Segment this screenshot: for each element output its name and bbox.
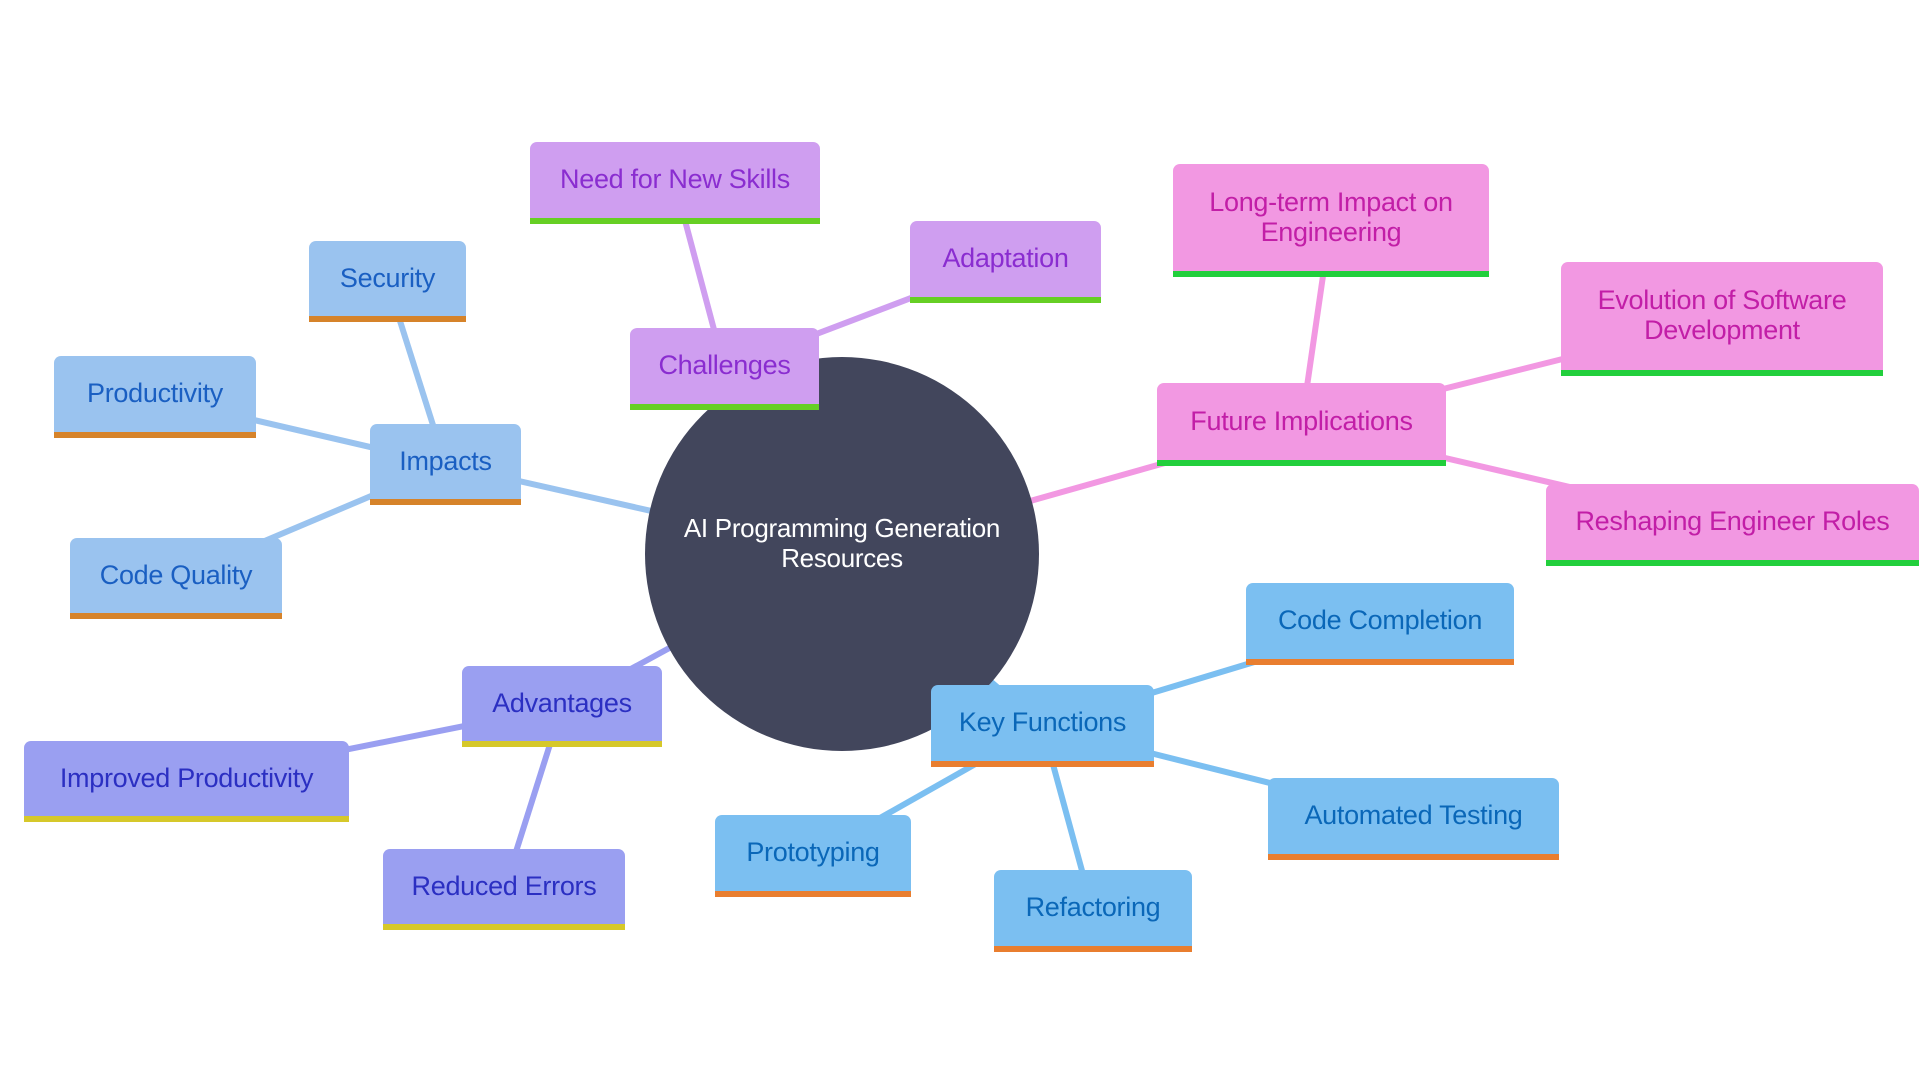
branch-node-key-functions[interactable]: Key Functions: [931, 685, 1154, 767]
leaf-node-evolution-of-software-development[interactable]: Evolution of Software Development: [1561, 262, 1883, 376]
node-label: Reduced Errors: [411, 870, 597, 901]
leaf-node-refactoring[interactable]: Refactoring: [994, 870, 1192, 952]
branch-node-challenges[interactable]: Challenges: [630, 328, 819, 410]
leaf-node-adaptation[interactable]: Adaptation: [910, 221, 1101, 303]
leaf-node-improved-productivity[interactable]: Improved Productivity: [24, 741, 349, 822]
leaf-node-productivity[interactable]: Productivity: [54, 356, 256, 438]
branch-node-future-implications[interactable]: Future Implications: [1157, 383, 1446, 466]
leaf-node-code-completion[interactable]: Code Completion: [1246, 583, 1514, 665]
root-label: AI Programming Generation Resources: [683, 513, 1001, 573]
node-label: Key Functions: [958, 707, 1127, 737]
node-label: Impacts: [399, 445, 492, 476]
node-label: Future Implications: [1190, 405, 1413, 436]
node-label: Need for New Skills: [560, 164, 790, 194]
node-label: Evolution of Software Development: [1597, 285, 1847, 345]
leaf-node-automated-testing[interactable]: Automated Testing: [1268, 778, 1559, 860]
leaf-node-reduced-errors[interactable]: Reduced Errors: [383, 849, 625, 930]
leaf-node-reshaping-engineer-roles[interactable]: Reshaping Engineer Roles: [1546, 484, 1919, 566]
branch-node-impacts[interactable]: Impacts: [370, 424, 521, 505]
leaf-node-prototyping[interactable]: Prototyping: [715, 815, 911, 897]
node-label: Reshaping Engineer Roles: [1575, 506, 1890, 536]
node-label: Adaptation: [942, 243, 1069, 273]
node-label: Advantages: [492, 687, 632, 718]
leaf-node-need-for-new-skills[interactable]: Need for New Skills: [530, 142, 820, 224]
node-label: Prototyping: [746, 837, 880, 867]
leaf-node-security[interactable]: Security: [309, 241, 466, 322]
node-label: Refactoring: [1025, 892, 1161, 922]
leaf-node-code-quality[interactable]: Code Quality: [70, 538, 282, 619]
node-label: Improved Productivity: [59, 762, 314, 793]
node-label: Code Completion: [1277, 605, 1483, 635]
node-label: Long-term Impact on Engineering: [1209, 186, 1453, 247]
node-label: Productivity: [87, 378, 223, 408]
leaf-node-long-term-impact[interactable]: Long-term Impact on Engineering: [1173, 164, 1489, 277]
node-label: Automated Testing: [1304, 800, 1523, 830]
node-label: Code Quality: [99, 559, 253, 590]
branch-node-advantages[interactable]: Advantages: [462, 666, 662, 747]
node-label: Security: [339, 262, 436, 293]
node-label: Challenges: [658, 350, 791, 380]
